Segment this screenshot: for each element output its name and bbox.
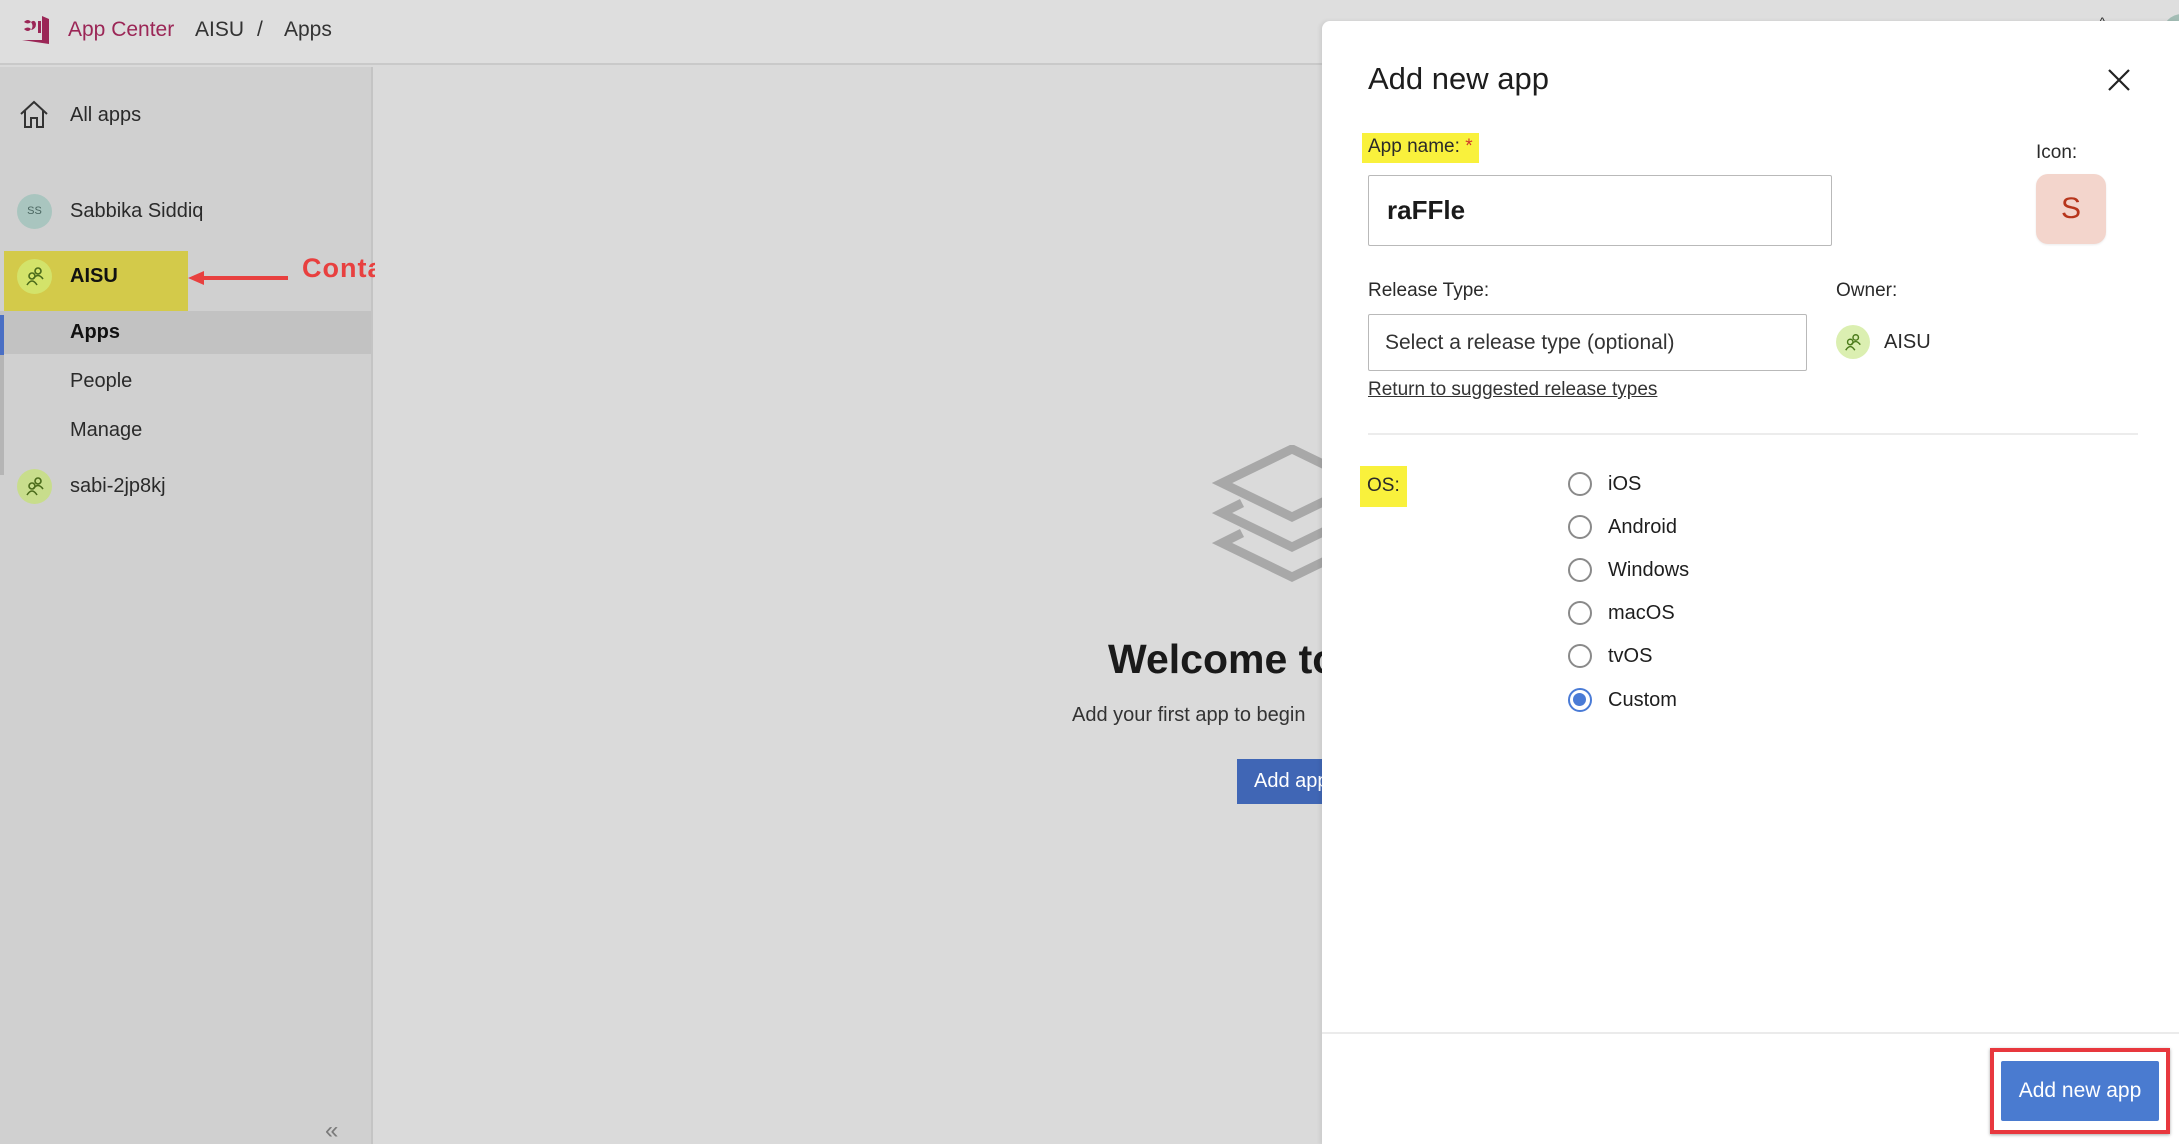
welcome-title: Welcome to [1108, 636, 1338, 682]
brand-link[interactable]: App Center [68, 18, 174, 42]
panel-title: Add new app [1368, 61, 1549, 96]
return-to-suggested-link[interactable]: Return to suggested release types [1368, 379, 1657, 401]
sidebar-item-user[interactable]: SS Sabbika Siddiq [0, 187, 371, 235]
os-label: OS: [1360, 466, 1407, 507]
breadcrumb-separator: / [257, 18, 263, 41]
welcome-subtitle: Add your first app to begin [1072, 704, 1306, 726]
annotation-arrow-icon [188, 271, 288, 285]
radio-circle-icon[interactable] [1568, 472, 1592, 496]
radio-label: Custom [1608, 688, 1677, 711]
sidebar-item-all-apps[interactable]: All apps [0, 91, 371, 139]
radio-circle-icon[interactable] [1568, 601, 1592, 625]
release-type-placeholder: Select a release type (optional) [1385, 330, 1675, 354]
sidebar-subitem-apps[interactable]: Apps [70, 321, 120, 344]
os-radio-tvos[interactable]: tvOS [1568, 644, 1652, 668]
release-type-select[interactable]: Select a release type (optional) [1368, 314, 1807, 371]
os-radio-android[interactable]: Android [1568, 515, 1677, 539]
section-divider [1368, 433, 2138, 435]
close-icon[interactable] [2102, 63, 2136, 97]
sidebar-subitem-people[interactable]: People [70, 370, 132, 393]
add-new-app-button[interactable]: Add new app [2001, 1061, 2159, 1121]
os-radio-macos[interactable]: macOS [1568, 601, 1675, 625]
main-content [375, 67, 1322, 1144]
sidebar-subitem-manage[interactable]: Manage [70, 419, 142, 442]
sidebar-item-label: AISU [70, 264, 118, 287]
required-marker: * [1465, 136, 1473, 157]
radio-circle-icon[interactable] [1568, 558, 1592, 582]
radio-label: Android [1608, 515, 1677, 538]
footer-divider [1322, 1032, 2179, 1034]
radio-label: iOS [1608, 472, 1642, 495]
app-icon-picker[interactable]: S [2036, 174, 2106, 244]
breadcrumb-org[interactable]: AISU [195, 18, 244, 42]
org-icon [1836, 325, 1870, 359]
sidebar: All apps SS Sabbika Siddiq AISU Apps Peo… [0, 67, 373, 1144]
user-initials-avatar: SS [17, 193, 52, 229]
owner-name: AISU [1884, 330, 1931, 353]
active-indicator [0, 315, 4, 355]
breadcrumb-apps[interactable]: Apps [284, 18, 332, 42]
home-icon [20, 100, 48, 128]
owner-value: AISU [1836, 325, 1931, 359]
app-name-input[interactable] [1368, 175, 1832, 246]
os-radio-ios[interactable]: iOS [1568, 472, 1641, 496]
collapse-sidebar-icon[interactable]: « [325, 1117, 339, 1144]
sidebar-item-label: Sabbika Siddiq [70, 199, 204, 222]
org-icon [17, 468, 52, 504]
radio-label: Windows [1608, 558, 1690, 581]
sidebar-item-label: All apps [70, 103, 142, 126]
group-indicator [0, 355, 4, 475]
release-type-label: Release Type: [1368, 280, 1490, 301]
sidebar-item-label: sabi-2jp8kj [70, 474, 166, 497]
owner-label: Owner: [1836, 280, 1898, 301]
sidebar-item-sabi[interactable]: sabi-2jp8kj [0, 462, 371, 510]
app-name-label: App name: * [1362, 133, 1479, 163]
radio-selected-icon[interactable] [1568, 688, 1592, 712]
os-radio-custom[interactable]: Custom [1568, 688, 1677, 712]
radio-label: tvOS [1608, 644, 1653, 667]
radio-label: macOS [1608, 601, 1675, 624]
sidebar-subitem-active-bg [0, 311, 371, 354]
radio-circle-icon[interactable] [1568, 644, 1592, 668]
radio-circle-icon[interactable] [1568, 515, 1592, 539]
add-new-app-panel: Add new app App name: * Icon: S Release … [1322, 21, 2179, 1144]
os-radio-windows[interactable]: Windows [1568, 558, 1689, 582]
app-center-logo-icon[interactable] [18, 13, 52, 47]
icon-label: Icon: [2036, 142, 2078, 163]
org-icon [17, 258, 52, 294]
